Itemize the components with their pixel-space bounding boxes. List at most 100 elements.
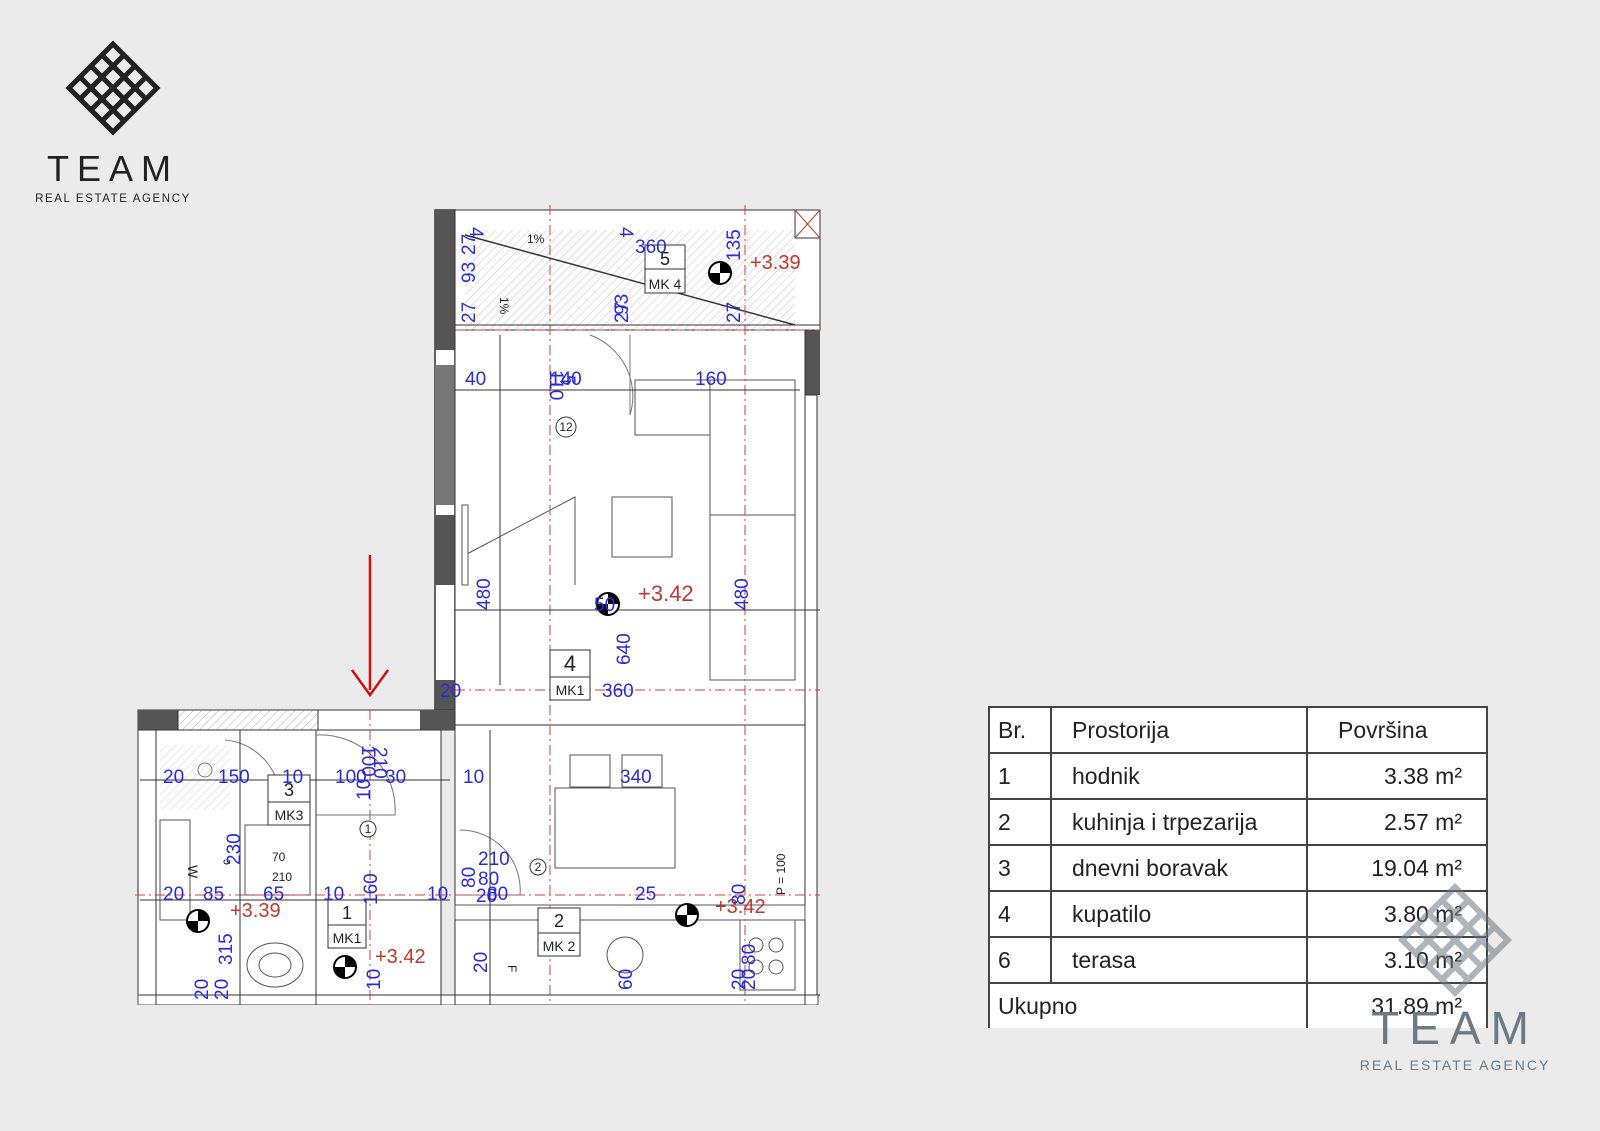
- room-name-cell: kuhinja i trpezarija: [1050, 798, 1308, 846]
- brand-tagline: REAL ESTATE AGENCY: [35, 193, 191, 205]
- dimension-label: 480: [474, 578, 495, 610]
- dimension-label: 80: [729, 884, 750, 905]
- dimension-label: 20: [739, 969, 760, 990]
- dimension-label: 20: [163, 767, 184, 788]
- room-tag: 4 MK1: [549, 649, 591, 701]
- room-number-cell: 4: [988, 890, 1052, 938]
- header-number: Br.: [988, 706, 1052, 754]
- dimension-label: 60: [616, 969, 637, 990]
- door-marker: 2: [535, 860, 542, 874]
- dimension-label: 10: [364, 969, 385, 990]
- slope-label: 1%: [527, 232, 545, 246]
- door-marker: 12: [559, 420, 573, 434]
- room-name-cell: dnevni boravak: [1050, 844, 1308, 892]
- fixture-label: F: [505, 965, 519, 972]
- room-name-cell: terasa: [1050, 936, 1308, 984]
- fixture-label: 70: [272, 850, 286, 864]
- room-number-cell: 2: [988, 798, 1052, 846]
- level-label: +3.39: [750, 252, 801, 274]
- room-code: MK1: [333, 930, 362, 946]
- dimension-label: 4: [615, 227, 636, 238]
- level-marker-icon: [675, 903, 699, 927]
- dimension-label: 315: [216, 933, 237, 965]
- dimension-label: 27: [724, 302, 745, 323]
- dimension-label: 20: [163, 884, 184, 905]
- room-area-cell: 2.57 m²: [1306, 798, 1488, 846]
- room-area-cell: 3.38 m²: [1306, 752, 1488, 800]
- lattice-logo-icon: [65, 40, 161, 136]
- room-name-cell: kupatilo: [1050, 890, 1308, 938]
- brand-name: TEAM: [46, 148, 179, 189]
- dimension-label: 480: [732, 578, 753, 610]
- room-number-cell: 3: [988, 844, 1052, 892]
- dimension-label: 360: [602, 681, 634, 702]
- dimension-label: 10: [427, 884, 448, 905]
- dimension-label: 160: [695, 369, 727, 390]
- entrance-arrow-icon: [350, 555, 390, 698]
- room-code: MK 4: [649, 276, 682, 292]
- dimension-label: 30: [385, 767, 406, 788]
- dimension-label: 160: [361, 873, 382, 905]
- dimension-label: 10: [354, 779, 375, 800]
- room-number: 4: [564, 651, 576, 676]
- level-marker-icon: [708, 261, 732, 285]
- dimension-label: 27: [612, 302, 633, 323]
- dimension-label: 20: [440, 681, 461, 702]
- dimension-label: 360: [635, 237, 667, 258]
- lattice-logo-icon: [1397, 882, 1513, 998]
- room-code: MK 2: [543, 938, 576, 954]
- dimension-label: 20: [192, 979, 213, 1000]
- room-number-cell: 1: [988, 752, 1052, 800]
- brand-name: TEAM: [1371, 1002, 1539, 1054]
- dimension-label: 93: [459, 262, 480, 283]
- dimension-label: 65: [263, 884, 284, 905]
- brand-tagline: REAL ESTATE AGENCY: [1359, 1057, 1551, 1073]
- table-row: 1 hodnik 3.38 m²: [988, 752, 1488, 800]
- slope-label: 1%: [497, 297, 511, 315]
- dimension-label: 85: [203, 884, 224, 905]
- dimension-label: 80: [459, 867, 480, 888]
- dimension-label: 340: [620, 767, 652, 788]
- dimension-label: 10: [323, 884, 344, 905]
- level-marker-icon: [333, 955, 357, 979]
- floor-plan: 5 MK 4 4 MK1 3 MK3 1 MK1 2 MK 2 +3.39 +3…: [135, 205, 821, 1005]
- room-code: MK1: [556, 682, 585, 698]
- agency-logo: TEAM REAL ESTATE AGENCY: [28, 38, 198, 205]
- dimension-label: 230: [224, 833, 245, 865]
- dimension-label: 25: [635, 884, 656, 905]
- room-number: 2: [554, 911, 564, 931]
- table-row: 2 kuhinja i trpezarija 2.57 m²: [988, 798, 1488, 846]
- level-label: +3.42: [638, 581, 694, 606]
- room-name-cell: hodnik: [1050, 752, 1308, 800]
- header-area: Površina: [1306, 706, 1488, 754]
- level-marker-icon: [186, 909, 210, 933]
- dimension-label: 10: [282, 767, 303, 788]
- dimension-label: 50: [594, 595, 615, 616]
- room-number: 1: [342, 903, 352, 923]
- dimension-label: 20: [212, 979, 233, 1000]
- dimension-label: 40: [465, 369, 486, 390]
- level-label: +3.42: [375, 946, 426, 968]
- dimension-label: 640: [614, 633, 635, 665]
- dimension-label: 20: [471, 952, 492, 973]
- door-marker: 1: [365, 822, 372, 836]
- fixture-label: 210: [272, 870, 292, 884]
- dimension-label: 10: [463, 767, 484, 788]
- room-number-cell: 6: [988, 936, 1052, 984]
- dimension-label: 150: [218, 767, 250, 788]
- fixture-label: W: [185, 865, 201, 879]
- agency-watermark-logo: TEAM REAL ESTATE AGENCY: [1345, 880, 1565, 1073]
- dimension-label: 27: [459, 302, 480, 323]
- dimension-label: 135: [724, 229, 745, 261]
- dimension-label: 80: [487, 884, 508, 905]
- room-code: MK3: [275, 807, 304, 823]
- header-room: Prostorija: [1050, 706, 1308, 754]
- dimension-label: 80: [739, 944, 760, 965]
- room-tag: 1 MK1: [327, 899, 367, 949]
- total-label: Ukupno: [988, 982, 1308, 1028]
- dimension-label: 27: [459, 234, 480, 255]
- table-header-row: Br. Prostorija Površina: [988, 706, 1488, 754]
- dimension-label: 5: [557, 375, 578, 386]
- room-tag: 2 MK 2: [537, 907, 581, 957]
- dimension-label: 210: [478, 849, 510, 870]
